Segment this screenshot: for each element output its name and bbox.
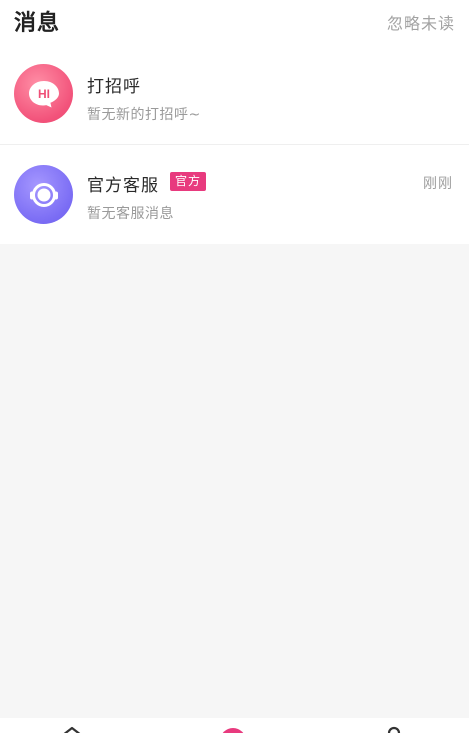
official-badge: 官方 bbox=[170, 172, 207, 191]
page-title: 消息 bbox=[14, 11, 61, 36]
conversation-preview: 暂无新的打招呼~ bbox=[87, 107, 201, 123]
hi-text: HI bbox=[38, 87, 50, 101]
conversation-preview: 暂无客服消息 bbox=[87, 206, 174, 222]
conversation-name: 打招呼 bbox=[87, 77, 141, 97]
official-service-avatar bbox=[14, 165, 73, 224]
bottom-tab-bar bbox=[0, 718, 469, 733]
conversation-time: 刚刚 bbox=[423, 176, 453, 192]
conversation-list: HI 打招呼 暂无新的打招呼~ 官方客服 官方 刚刚 暂无客服消息 bbox=[0, 44, 469, 244]
ignore-unread-button[interactable]: 忽略未读 bbox=[387, 10, 455, 34]
conversation-name: 官方客服 bbox=[87, 176, 159, 196]
conversation-item-official-service[interactable]: 官方客服 官方 刚刚 暂无客服消息 bbox=[0, 144, 469, 244]
headset-icon bbox=[29, 182, 58, 207]
greetings-avatar: HI bbox=[14, 64, 73, 123]
home-icon[interactable] bbox=[61, 726, 83, 733]
header: 消息 忽略未读 bbox=[0, 0, 469, 44]
profile-icon[interactable] bbox=[386, 725, 402, 733]
center-tab-icon[interactable] bbox=[220, 728, 246, 733]
conversation-item-greetings[interactable]: HI 打招呼 暂无新的打招呼~ bbox=[0, 44, 469, 144]
hi-bubble-icon: HI bbox=[28, 80, 59, 107]
messages-page: 消息 忽略未读 HI 打招呼 暂无新的打招呼~ 官方客服 官方 刚刚 暂无客服消… bbox=[0, 0, 469, 733]
